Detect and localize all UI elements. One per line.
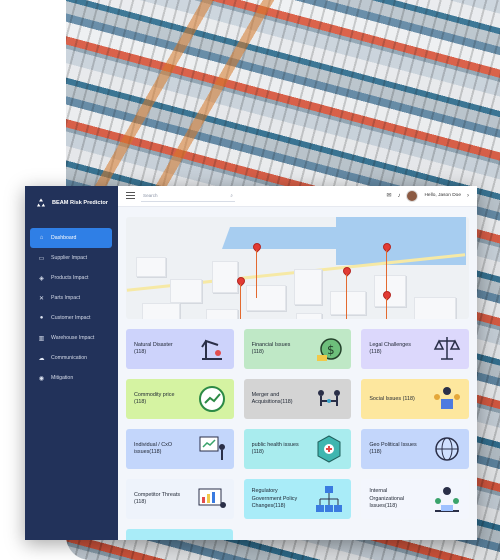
medical-icon bbox=[317, 435, 341, 463]
building-shape bbox=[206, 308, 238, 320]
card-regulatory-government-policy[interactable]: Regulatory Government Policy Changes(118… bbox=[243, 479, 352, 520]
map-pin-icon[interactable] bbox=[381, 240, 393, 320]
card-label: Financial Issues (118) bbox=[251, 342, 291, 356]
scales-icon bbox=[433, 337, 461, 361]
card-label: Commodity price (118) bbox=[134, 392, 175, 406]
dashboard-icon bbox=[198, 488, 226, 509]
card-partial[interactable] bbox=[126, 529, 233, 540]
card-label: Regulatory Government Policy Changes(118… bbox=[251, 488, 298, 509]
map-pin-icon[interactable] bbox=[251, 240, 263, 298]
search-input[interactable]: Search ⌕ bbox=[141, 189, 235, 203]
truck-icon: ▭ bbox=[38, 255, 45, 262]
search-icon[interactable]: ⌕ bbox=[230, 193, 233, 198]
building-shape bbox=[246, 284, 286, 311]
globe-icon bbox=[435, 437, 459, 462]
map-pin-icon[interactable] bbox=[235, 274, 247, 320]
building-shape bbox=[296, 312, 322, 320]
handshake-icon bbox=[318, 390, 341, 407]
river-shape bbox=[221, 226, 351, 249]
sidebar-item-mitigation[interactable]: ◉ Mitigation bbox=[30, 368, 112, 388]
sidebar-item-label: Products Impact bbox=[51, 275, 89, 281]
card-financial-issues[interactable]: Financial Issues (118) $ bbox=[243, 329, 352, 370]
avatar[interactable] bbox=[406, 189, 419, 202]
recycle-logo-icon bbox=[37, 198, 45, 207]
building-shape bbox=[330, 290, 366, 315]
greeting: Hello, Jason Doe bbox=[424, 193, 461, 199]
sidebar-nav: ⌂ Dashboard ▭ Supplier Impact ◈ Products… bbox=[25, 228, 118, 388]
building-shape bbox=[294, 268, 322, 305]
topbar-right: ✉ ♪ Hello, Jason Doe › bbox=[386, 189, 469, 202]
card-internal-organizational-issues[interactable]: Internal Organizational Issues(118) bbox=[361, 479, 469, 520]
shield-icon: ◉ bbox=[38, 375, 45, 382]
building-shape bbox=[142, 302, 180, 320]
card-social-issues[interactable]: Social Issues (118) bbox=[361, 379, 469, 420]
sidebar-item-warehouse-impact[interactable]: ▥ Warehouse Impact bbox=[30, 328, 112, 348]
sidebar-item-supplier-impact[interactable]: ▭ Supplier Impact bbox=[30, 248, 112, 268]
card-competitor-threats[interactable]: Competitor Threats (118) bbox=[126, 479, 234, 520]
sidebar-item-parts-impact[interactable]: ✕ Parts Impact bbox=[30, 288, 112, 308]
price-chart-icon bbox=[198, 386, 225, 413]
sidebar-item-label: Warehouse Impact bbox=[51, 335, 95, 341]
menu-icon[interactable] bbox=[126, 192, 135, 200]
presentation-icon bbox=[199, 436, 225, 461]
card-label: Merger and Acquisitions(118) bbox=[251, 392, 293, 406]
team-icon bbox=[434, 487, 459, 513]
card-label: Competitor Threats (118) bbox=[134, 492, 181, 506]
people-icon bbox=[433, 387, 460, 410]
building-shape bbox=[212, 260, 238, 293]
mail-icon[interactable]: ✉ bbox=[386, 192, 391, 199]
sidebar-item-products-impact[interactable]: ◈ Products Impact bbox=[30, 268, 112, 288]
card-public-health-issues[interactable]: public health issues (118) bbox=[243, 429, 352, 470]
card-merger-acquisitions[interactable]: Merger and Acquisitions(118) bbox=[243, 379, 352, 420]
card-label: Legal Challenges (118) bbox=[369, 342, 411, 356]
card-label: Natural Disaster (118) bbox=[134, 342, 173, 356]
card-label: Individual / CxO issues(118) bbox=[134, 442, 173, 456]
card-label: Social Issues (118) bbox=[369, 395, 415, 402]
risk-category-grid: Natural Disaster (118) Financial Issues … bbox=[126, 329, 469, 520]
card-natural-disaster[interactable]: Natural Disaster (118) bbox=[126, 329, 234, 370]
building-shape bbox=[414, 296, 456, 320]
sidebar-item-label: Mitigation bbox=[51, 375, 74, 381]
crane-icon bbox=[200, 339, 222, 361]
sidebar-item-label: Parts Impact bbox=[51, 295, 81, 301]
chevron-down-icon[interactable]: › bbox=[467, 193, 469, 199]
sidebar-item-label: Communication bbox=[51, 355, 88, 361]
building-shape bbox=[170, 278, 202, 303]
bell-icon[interactable]: ♪ bbox=[397, 193, 400, 199]
main-content: Search ⌕ ✉ ♪ Hello, Jason Doe › Natural … bbox=[118, 186, 477, 540]
building-shape bbox=[136, 256, 166, 277]
org-chart-icon bbox=[316, 486, 343, 513]
card-individual-cxo-issues[interactable]: Individual / CxO issues(118) bbox=[126, 429, 234, 470]
tools-icon: ✕ bbox=[38, 295, 45, 302]
card-legal-challenges[interactable]: Legal Challenges (118) bbox=[361, 329, 469, 370]
home-icon: ⌂ bbox=[39, 235, 44, 241]
sidebar-item-communication[interactable]: ☁ Communication bbox=[30, 348, 112, 368]
risk-map[interactable] bbox=[126, 216, 469, 320]
sidebar: BEAM Risk Predictor ⌂ Dashboard ▭ Suppli… bbox=[25, 186, 118, 540]
app-title: BEAM Risk Predictor bbox=[52, 200, 108, 206]
card-label: public health issues (118) bbox=[251, 442, 299, 456]
map-pin-icon[interactable] bbox=[381, 288, 393, 320]
topbar: Search ⌕ ✉ ♪ Hello, Jason Doe › bbox=[118, 186, 477, 207]
map-pin-icon[interactable] bbox=[341, 264, 353, 320]
building-shape bbox=[374, 274, 406, 307]
money-bag-icon: $ bbox=[317, 338, 343, 362]
brand[interactable]: BEAM Risk Predictor bbox=[25, 186, 118, 220]
card-label: Geo Political Issues (118) bbox=[369, 442, 417, 456]
search-placeholder: Search bbox=[143, 192, 158, 198]
sidebar-item-customer-impact[interactable]: ● Customer Impact bbox=[30, 308, 112, 328]
card-label: Internal Organizational Issues(118) bbox=[369, 488, 405, 509]
card-commodity-price[interactable]: Commodity price (118) bbox=[126, 379, 234, 420]
user-icon: ● bbox=[39, 315, 44, 321]
sidebar-item-label: Dashboard bbox=[51, 235, 77, 241]
sidebar-item-label: Supplier Impact bbox=[51, 255, 88, 261]
sidebar-item-dashboard[interactable]: ⌂ Dashboard bbox=[30, 228, 112, 248]
sidebar-item-label: Customer Impact bbox=[51, 315, 91, 321]
box-icon: ◈ bbox=[39, 275, 44, 282]
svg-text:$: $ bbox=[327, 343, 335, 357]
chat-icon: ☁ bbox=[38, 355, 45, 362]
app-window: BEAM Risk Predictor ⌂ Dashboard ▭ Suppli… bbox=[25, 186, 477, 540]
card-geo-political-issues[interactable]: Geo Political Issues (118) bbox=[361, 429, 469, 470]
warehouse-icon: ▥ bbox=[38, 335, 45, 342]
